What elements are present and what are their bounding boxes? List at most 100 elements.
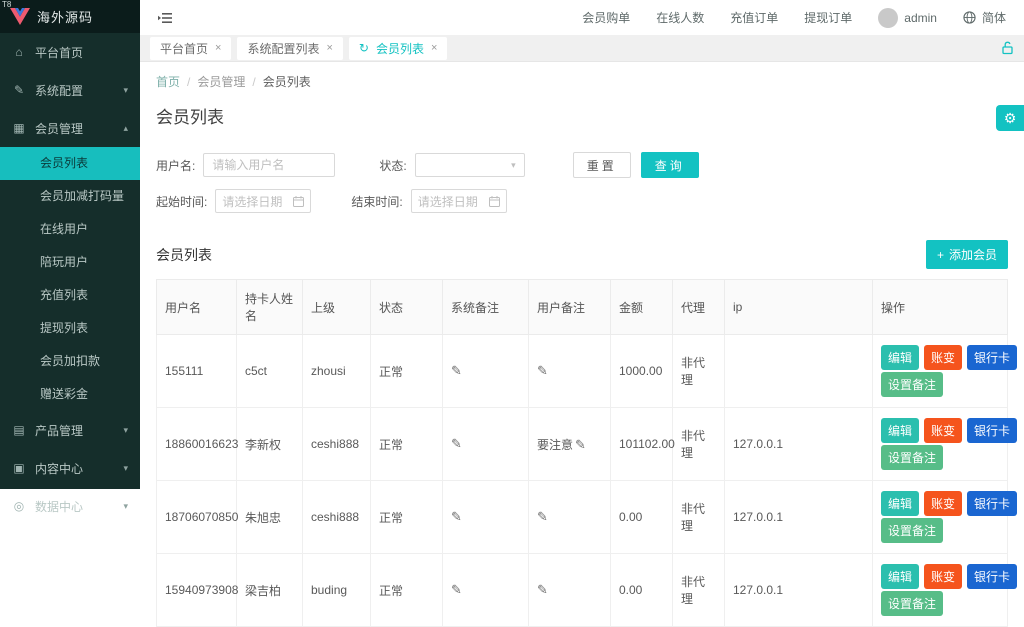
sidebar-subitem[interactable]: 会员加减打码量 [0, 180, 140, 213]
sidebar-subitem[interactable]: 会员列表 [0, 147, 140, 180]
language-switcher[interactable]: 简体 [963, 9, 1006, 26]
action-button-remark[interactable]: 设置备注 [881, 372, 943, 397]
topbar-link[interactable]: 在线人数 [656, 9, 704, 26]
sidebar-subitem[interactable]: 提现列表 [0, 312, 140, 345]
tabs: 平台首页× 系统配置列表× ↻会员列表× [150, 37, 447, 60]
breadcrumb-item: 会员列表 [263, 73, 311, 90]
tab-item[interactable]: 平台首页× [150, 37, 231, 60]
start-date-placeholder: 请选择日期 [222, 193, 289, 210]
collapse-sidebar-icon[interactable] [158, 12, 173, 24]
cell-ip [725, 335, 873, 408]
action-line: 设置备注 [881, 445, 999, 470]
action-button-change[interactable]: 账变 [924, 345, 962, 370]
avatar [878, 8, 898, 28]
edit-note-icon[interactable]: ✎ [537, 363, 548, 378]
sidebar-subitem[interactable]: 充值列表 [0, 279, 140, 312]
sidebar-item-content[interactable]: ▣内容中心▾ [0, 449, 140, 487]
topbar-menu: 会员购单 在线人数 充值订单 提现订单 [582, 9, 852, 26]
sidebar-subitem[interactable]: 赠送彩金 [0, 378, 140, 411]
sidebar-subitem[interactable]: 在线用户 [0, 213, 140, 246]
end-time-label: 结束时间: [351, 193, 402, 210]
edit-icon: ✎ [12, 83, 26, 97]
user-note-text: 要注意 [537, 438, 573, 452]
column-header: 系统备注 [443, 280, 529, 335]
action-button-edit[interactable]: 编辑 [881, 564, 919, 589]
sidebar: T8 海外源码 ⌂平台首页✎系统配置▾▦会员管理▴会员列表会员加减打码量在线用户… [0, 0, 140, 489]
table-section-header: 会员列表 + 添加会员 [156, 240, 1008, 269]
action-button-bank[interactable]: 银行卡 [967, 418, 1017, 443]
action-button-change[interactable]: 账变 [924, 491, 962, 516]
user-menu[interactable]: admin [878, 8, 937, 28]
cell-agent: 非代理 [673, 554, 725, 627]
topbar-link[interactable]: 会员购单 [582, 9, 630, 26]
status-select[interactable]: ▾ [415, 153, 525, 177]
action-button-change[interactable]: 账变 [924, 564, 962, 589]
action-button-edit[interactable]: 编辑 [881, 345, 919, 370]
sidebar-item-home[interactable]: ⌂平台首页 [0, 33, 140, 71]
action-button-edit[interactable]: 编辑 [881, 491, 919, 516]
edit-note-icon[interactable]: ✎ [575, 437, 586, 452]
action-button-bank[interactable]: 银行卡 [967, 564, 1017, 589]
action-button-change[interactable]: 账变 [924, 418, 962, 443]
add-member-label: 添加会员 [949, 246, 997, 263]
page-title: 会员列表 [156, 103, 1008, 128]
cell-actions: 编辑账变银行卡设置备注 [873, 408, 1008, 481]
edit-note-icon[interactable]: ✎ [451, 509, 462, 524]
query-button[interactable]: 查询 [641, 152, 699, 178]
action-line: 设置备注 [881, 372, 999, 397]
cell-sys-note: ✎ [443, 335, 529, 408]
username-input[interactable] [203, 153, 335, 177]
cell-agent: 非代理 [673, 335, 725, 408]
sidebar-item-members[interactable]: ▦会员管理▴ [0, 109, 140, 147]
cell-amount: 1000.00 [611, 335, 673, 408]
sidebar-item-label: 内容中心 [35, 460, 83, 477]
action-button-bank[interactable]: 银行卡 [967, 491, 1017, 516]
edit-note-icon[interactable]: ✎ [451, 436, 462, 451]
sidebar-item-products[interactable]: ▤产品管理▾ [0, 411, 140, 449]
sidebar-menu: ⌂平台首页✎系统配置▾▦会员管理▴会员列表会员加减打码量在线用户陪玩用户充值列表… [0, 33, 140, 525]
action-button-edit[interactable]: 编辑 [881, 418, 919, 443]
section-title: 会员列表 [156, 245, 212, 265]
settings-gear-button[interactable]: ⚙ [996, 105, 1024, 131]
start-date-input[interactable]: 请选择日期 [215, 189, 311, 213]
tab-active[interactable]: ↻会员列表× [349, 37, 448, 60]
username-label: admin [904, 11, 937, 25]
close-icon[interactable]: × [326, 42, 332, 54]
topbar-link[interactable]: 充值订单 [730, 9, 778, 26]
column-header: 状态 [371, 280, 443, 335]
breadcrumb-item[interactable]: 会员管理 [197, 73, 245, 90]
globe-icon [963, 11, 976, 24]
add-member-button[interactable]: + 添加会员 [926, 240, 1008, 269]
refresh-icon[interactable]: ↻ [359, 41, 369, 55]
sidebar-subitem[interactable]: 陪玩用户 [0, 246, 140, 279]
cell-actions: 编辑账变银行卡设置备注 [873, 335, 1008, 408]
sidebar-item-config[interactable]: ✎系统配置▾ [0, 71, 140, 109]
table-header-row: 用户名持卡人姓名上级状态系统备注用户备注金额代理ip操作 [157, 280, 1008, 335]
tab-item[interactable]: 系统配置列表× [237, 37, 342, 60]
cell-parent: zhousi [303, 335, 371, 408]
topbar-link[interactable]: 提现订单 [804, 9, 852, 26]
cell-ip: 127.0.0.1 [725, 481, 873, 554]
edit-note-icon[interactable]: ✎ [451, 582, 462, 597]
cell-cardholder: 李新权 [237, 408, 303, 481]
action-button-remark[interactable]: 设置备注 [881, 591, 943, 616]
edit-note-icon[interactable]: ✎ [451, 363, 462, 378]
breadcrumb: 首页/会员管理/会员列表 [156, 73, 1008, 90]
unlock-icon[interactable] [1001, 41, 1014, 60]
edit-note-icon[interactable]: ✎ [537, 509, 548, 524]
reset-button[interactable]: 重置 [573, 152, 631, 178]
action-button-remark[interactable]: 设置备注 [881, 518, 943, 543]
column-header: 操作 [873, 280, 1008, 335]
action-line: 编辑账变银行卡 [881, 564, 999, 589]
column-header: 上级 [303, 280, 371, 335]
action-button-bank[interactable]: 银行卡 [967, 345, 1017, 370]
end-date-input[interactable]: 请选择日期 [411, 189, 507, 213]
table-body: 155111c5ctzhousi正常✎✎1000.00非代理编辑账变银行卡设置备… [157, 335, 1008, 627]
edit-note-icon[interactable]: ✎ [537, 582, 548, 597]
sidebar-subitem[interactable]: 会员加扣款 [0, 345, 140, 378]
close-icon[interactable]: × [431, 42, 437, 54]
action-button-remark[interactable]: 设置备注 [881, 445, 943, 470]
close-icon[interactable]: × [215, 42, 221, 54]
breadcrumb-item[interactable]: 首页 [156, 73, 180, 90]
topbar-right: 会员购单 在线人数 充值订单 提现订单 admin 简体 [582, 8, 1006, 28]
